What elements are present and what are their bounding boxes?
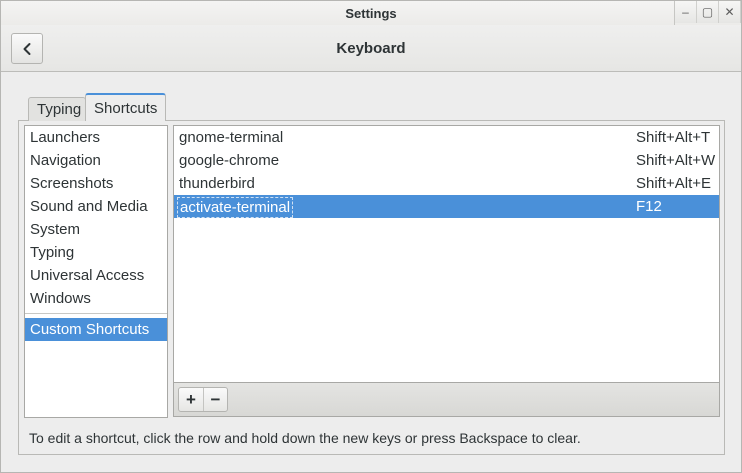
- minus-icon: −: [210, 389, 221, 409]
- section-item-system[interactable]: System: [25, 218, 167, 241]
- window-title: Settings: [345, 6, 397, 21]
- shortcut-accelerator: Shift+Alt+W: [636, 152, 716, 169]
- section-item-screenshots[interactable]: Screenshots: [25, 172, 167, 195]
- add-remove-group: + −: [178, 387, 228, 412]
- page-title: Keyboard: [336, 40, 406, 57]
- shortcut-name: gnome-terminal: [179, 129, 284, 146]
- add-shortcut-button[interactable]: +: [179, 388, 203, 411]
- window-controls: – ▢ ✕: [674, 1, 741, 25]
- shortcut-row-selected[interactable]: activate-terminal F12: [174, 195, 719, 218]
- remove-shortcut-button[interactable]: −: [203, 388, 227, 411]
- section-item-windows[interactable]: Windows: [25, 287, 167, 310]
- shortcut-name: google-chrome: [179, 152, 280, 169]
- shortcut-row[interactable]: google-chrome Shift+Alt+W: [174, 149, 719, 172]
- section-item-custom-shortcuts[interactable]: Custom Shortcuts: [25, 318, 167, 341]
- shortcut-accelerator: Shift+Alt+T: [636, 129, 711, 146]
- maximize-icon: ▢: [701, 5, 714, 19]
- section-item-typing[interactable]: Typing: [25, 241, 167, 264]
- help-text: To edit a shortcut, click the row and ho…: [29, 430, 581, 446]
- tab-typing[interactable]: Typing: [28, 97, 86, 121]
- section-item-sound-and-media[interactable]: Sound and Media: [25, 195, 167, 218]
- section-item-launchers[interactable]: Launchers: [25, 126, 167, 149]
- minimize-button[interactable]: –: [675, 1, 697, 23]
- plus-icon: +: [186, 389, 196, 409]
- shortcut-name[interactable]: activate-terminal: [177, 197, 294, 218]
- tab-shortcuts[interactable]: Shortcuts: [85, 93, 166, 121]
- section-item-navigation[interactable]: Navigation: [25, 149, 167, 172]
- shortcut-accelerator[interactable]: F12: [636, 195, 662, 218]
- shortcuts-toolbar: + −: [173, 383, 720, 417]
- maximize-button[interactable]: ▢: [697, 1, 719, 23]
- settings-window: Settings – ▢ ✕ Keyboard Typing Shortcuts…: [0, 0, 742, 473]
- header-bar: Keyboard: [1, 25, 741, 72]
- title-bar[interactable]: Settings – ▢ ✕: [1, 1, 741, 25]
- shortcuts-list: gnome-terminal Shift+Alt+T google-chrome…: [173, 125, 720, 383]
- tab-typing-label: Typing: [37, 101, 82, 118]
- tab-shortcuts-label: Shortcuts: [94, 99, 158, 117]
- shortcut-sections-list: Launchers Navigation Screenshots Sound a…: [24, 125, 168, 418]
- minimize-icon: –: [682, 5, 689, 19]
- shortcut-row[interactable]: thunderbird Shift+Alt+E: [174, 172, 719, 195]
- section-item-universal-access[interactable]: Universal Access: [25, 264, 167, 287]
- close-icon: ✕: [724, 5, 735, 19]
- shortcut-accelerator: Shift+Alt+E: [636, 175, 712, 192]
- close-button[interactable]: ✕: [719, 1, 741, 23]
- section-divider: [25, 313, 167, 314]
- shortcut-name: thunderbird: [179, 175, 255, 192]
- shortcut-row[interactable]: gnome-terminal Shift+Alt+T: [174, 126, 719, 149]
